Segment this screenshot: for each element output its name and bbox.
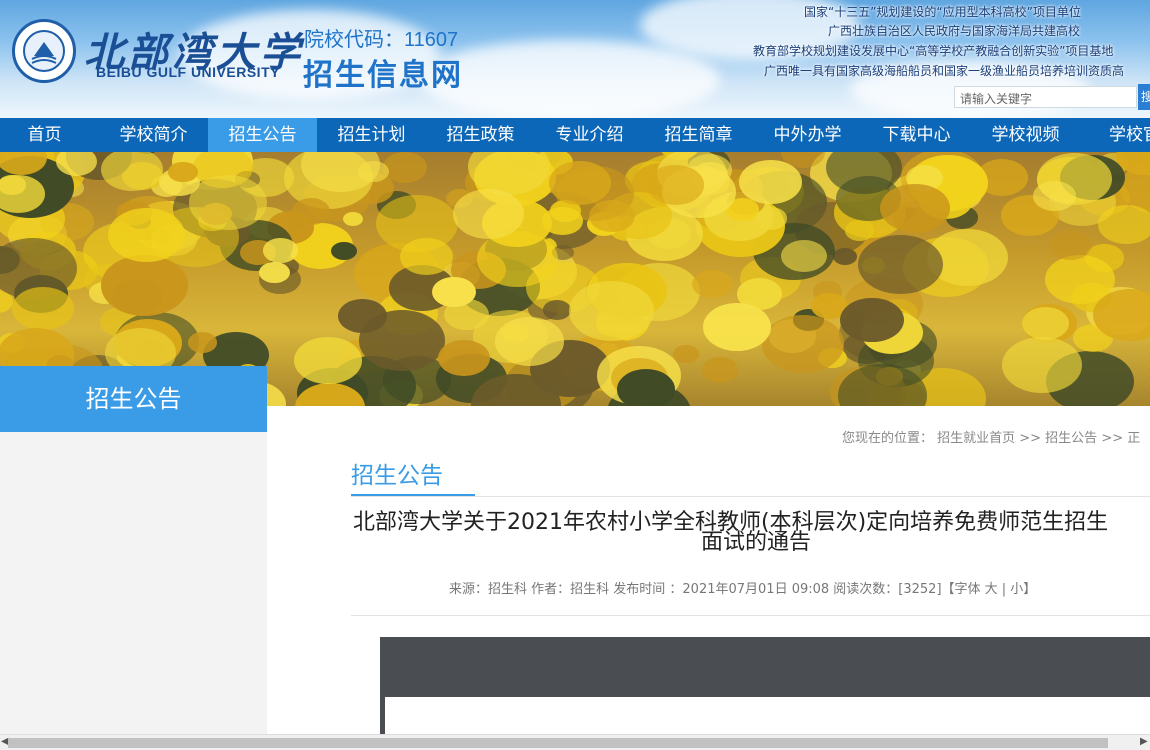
main-nav: 首页 学校简介 招生公告 招生计划 招生政策 专业介绍 招生简章 中外办学 下载… <box>0 118 1150 152</box>
foliage-decoration <box>259 262 290 284</box>
foliage-decoration <box>453 189 525 239</box>
site-header: 北部湾大学 BEIBU GULF UNIVERSITY 院校代码：11607 招… <box>0 0 1150 118</box>
motto-line: 广西壮族自治区人民政府与国家海洋局共建高校 <box>828 24 1081 38</box>
foliage-decoration <box>1048 229 1093 260</box>
foliage-decoration <box>588 199 635 232</box>
cloud-decoration <box>420 40 720 118</box>
foliage-decoration <box>107 208 185 263</box>
foliage-decoration <box>100 255 188 317</box>
foliage-decoration <box>840 298 904 343</box>
foliage-decoration <box>263 238 298 263</box>
foliage-decoration <box>438 340 490 377</box>
foliage-decoration <box>167 161 198 183</box>
section-title: 招生公告 <box>351 463 443 489</box>
site-title: 招生信息网 <box>303 58 463 93</box>
foliage-decoration <box>568 281 655 342</box>
nav-item-plan[interactable]: 招生计划 <box>317 118 426 152</box>
foliage-decoration <box>188 332 218 353</box>
foliage-decoration <box>543 300 572 321</box>
foliage-decoration <box>548 161 611 205</box>
nav-item-official[interactable]: 学校官 <box>1080 118 1150 152</box>
nav-item-home[interactable]: 首页 <box>0 118 99 152</box>
motto-line: 广西唯一具有国家高级海船船员和国家一级渔业船员培养培训资质高 <box>764 64 1125 78</box>
foliage-decoration <box>880 183 950 233</box>
search-button[interactable]: 搜 <box>1138 84 1150 110</box>
foliage-decoration <box>1033 181 1076 211</box>
foliage-decoration <box>1002 336 1082 393</box>
foliage-decoration <box>761 315 844 373</box>
foliage-decoration <box>494 317 565 366</box>
article-title: 北部湾大学关于2021年农村小学全科教师(本科层次)定向培养免费师范生招生 面试… <box>353 512 1150 555</box>
foliage-decoration <box>1098 204 1150 245</box>
foliage-decoration <box>337 298 388 334</box>
sidebar-title: 招生公告 <box>0 366 267 432</box>
foliage-decoration <box>692 270 733 299</box>
scroll-right-icon[interactable]: ▶ <box>1140 736 1148 747</box>
foliage-decoration <box>616 369 675 406</box>
scrollbar-thumb[interactable] <box>8 738 1108 748</box>
foliage-decoration <box>0 174 45 213</box>
nav-item-policy[interactable]: 招生政策 <box>426 118 535 152</box>
nav-item-international[interactable]: 中外办学 <box>753 118 862 152</box>
divider <box>351 615 1150 616</box>
foliage-decoration <box>188 175 268 231</box>
foliage-decoration <box>780 239 827 272</box>
nav-item-videos[interactable]: 学校视频 <box>971 118 1080 152</box>
nav-item-majors[interactable]: 专业介绍 <box>535 118 644 152</box>
foliage-decoration <box>294 336 362 384</box>
foliage-decoration <box>400 238 454 276</box>
document-page <box>385 697 1150 734</box>
nav-item-downloads[interactable]: 下载中心 <box>862 118 971 152</box>
foliage-decoration <box>673 345 699 364</box>
horizontal-scrollbar[interactable]: ◀ ▶ <box>0 734 1150 750</box>
motto-line: 国家“十三五”规划建设的“应用型本科高校”项目单位 <box>804 5 1081 19</box>
university-logo[interactable] <box>12 19 76 83</box>
nav-item-brochure[interactable]: 招生简章 <box>644 118 753 152</box>
university-english-name: BEIBU GULF UNIVERSITY <box>96 64 280 80</box>
foliage-decoration <box>739 160 802 205</box>
university-emblem-icon <box>31 42 57 64</box>
motto-line: 教育部学校规划建设发展中心“高等学校产教融合创新实验”项目基地 <box>753 44 1114 58</box>
breadcrumb[interactable]: 您现在的位置： 招生就业首页 >> 招生公告 >> 正 <box>842 427 1140 446</box>
foliage-decoration <box>12 286 75 331</box>
nav-item-about[interactable]: 学校简介 <box>99 118 208 152</box>
foliage-decoration <box>857 234 943 295</box>
institution-code: 院校代码：11607 <box>304 29 459 51</box>
article-title-line: 面试的通告 <box>701 530 812 555</box>
foliage-decoration <box>647 165 704 205</box>
search-input[interactable]: 请输入关键字 <box>954 86 1137 108</box>
foliage-decoration <box>343 211 364 226</box>
foliage-decoration <box>331 241 358 261</box>
nav-item-announcements[interactable]: 招生公告 <box>208 118 317 152</box>
sidebar-panel <box>0 432 267 734</box>
foliage-decoration <box>291 197 331 225</box>
foliage-decoration <box>702 303 771 351</box>
foliage-decoration <box>702 357 739 383</box>
article-meta: 来源：招生科 作者：招生科 发布时间 ：2021年07月01日 09:08 阅读… <box>449 582 1037 597</box>
divider <box>351 496 1150 497</box>
